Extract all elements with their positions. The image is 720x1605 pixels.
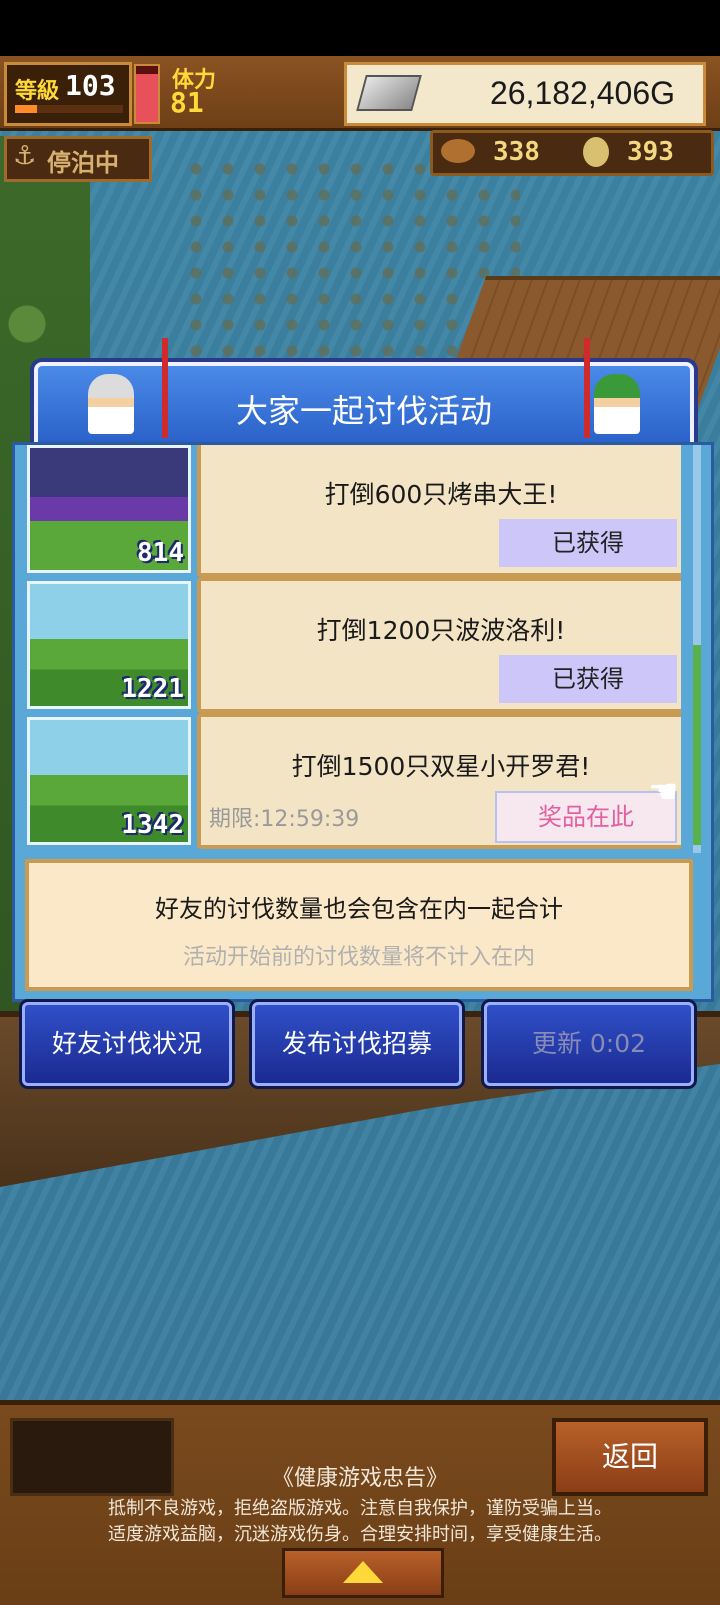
mission-text: 打倒1200只波波洛利! bbox=[316, 616, 566, 645]
silver-bar-icon bbox=[356, 75, 422, 111]
expand-menu-button[interactable] bbox=[282, 1548, 444, 1598]
defeat-count: 1342 bbox=[121, 810, 184, 840]
mission-card[interactable]: 打倒1200只波波洛利! 已获得 bbox=[197, 577, 681, 713]
stamina-gauge-fill bbox=[136, 74, 158, 122]
mission-text: 打倒600只烤串大王! bbox=[324, 480, 558, 509]
defeat-count: 814 bbox=[137, 538, 184, 568]
mission-card[interactable]: 打倒600只烤串大王! 已获得 bbox=[197, 445, 681, 577]
mission-row[interactable]: 1221 打倒1200只波波洛利! 已获得 bbox=[25, 575, 681, 713]
health-notice-title: 《健康游戏忠告》 bbox=[271, 1466, 448, 1491]
mission-thumbnail: 1342 bbox=[27, 717, 191, 845]
fish-icon bbox=[441, 139, 475, 163]
health-notice-line: 适度游戏益脑，沉迷游戏伤身。合理安排时间，享受健康生活。 bbox=[108, 1524, 612, 1545]
resource-b-value: 393 bbox=[627, 137, 674, 167]
level-value: 103 bbox=[65, 69, 116, 102]
ranger-character-icon bbox=[594, 374, 640, 434]
mission-deadline: 期限:12:59:39 bbox=[209, 807, 360, 832]
health-notice-line: 抵制不良游戏，拒绝盗版游戏。注意自我保护，谨防受骗上当。 bbox=[108, 1498, 612, 1519]
spear-icon bbox=[584, 338, 590, 438]
event-title: 大家一起讨伐活动 bbox=[235, 392, 492, 430]
list-scrollbar[interactable] bbox=[693, 445, 701, 853]
defeat-count: 1221 bbox=[121, 674, 184, 704]
mission-row[interactable]: 814 打倒600只烤串大王! 已获得 bbox=[25, 445, 681, 577]
post-recruit-button[interactable]: 发布讨伐招募 bbox=[252, 1002, 462, 1086]
anchor-icon: ⚓ bbox=[13, 141, 37, 171]
gold-panel: 26,182,406G bbox=[344, 62, 706, 126]
event-panel-header: 大家一起讨伐活动 bbox=[34, 338, 694, 450]
level-label: 等級 bbox=[15, 79, 60, 104]
coin-icon bbox=[583, 137, 609, 167]
mission-thumbnail: 1221 bbox=[27, 581, 191, 709]
level-progress-bar bbox=[15, 105, 123, 113]
event-panel: 814 打倒600只烤串大王! 已获得 1221 打倒1200只波波洛利! 已获… bbox=[12, 442, 714, 1002]
resource-a-value: 338 bbox=[493, 137, 540, 167]
claimed-badge: 已获得 bbox=[499, 655, 677, 703]
scrollbar-thumb[interactable] bbox=[693, 645, 701, 845]
gold-value: 26,182,406G bbox=[489, 75, 675, 111]
note-main-text: 好友的讨伐数量也会包含在内一起合计 bbox=[155, 895, 563, 923]
friend-status-button[interactable]: 好友讨伐状况 bbox=[22, 1002, 232, 1086]
level-progress-fill bbox=[15, 105, 37, 113]
mission-row[interactable]: 1342 打倒1500只双星小开罗君! 期限:12:59:39 奖品在此 bbox=[25, 711, 681, 849]
pointing-hand-icon: ☚ bbox=[648, 772, 679, 812]
mission-card[interactable]: 打倒1500只双星小开罗君! 期限:12:59:39 奖品在此 bbox=[197, 713, 681, 849]
stamina-value: 81 bbox=[170, 86, 204, 119]
stamina-gauge bbox=[134, 64, 160, 124]
mission-list[interactable]: 814 打倒600只烤串大王! 已获得 1221 打倒1200只波波洛利! 已获… bbox=[25, 445, 681, 853]
refresh-button[interactable]: 更新 0:02 bbox=[484, 1002, 694, 1086]
dock-status-text: 停泊中 bbox=[47, 149, 119, 177]
note-sub-text: 活动开始前的讨伐数量将不计入在内 bbox=[182, 945, 535, 970]
mission-text: 打倒1500只双星小开罗君! bbox=[291, 752, 591, 781]
dock-status-badge[interactable]: ⚓ 停泊中 bbox=[4, 136, 152, 182]
level-panel: 等級 103 bbox=[4, 62, 132, 126]
event-note: 好友的讨伐数量也会包含在内一起合计 活动开始前的讨伐数量将不计入在内 bbox=[25, 859, 693, 991]
up-arrow-icon bbox=[343, 1561, 383, 1583]
claimed-badge: 已获得 bbox=[499, 519, 677, 567]
mission-thumbnail: 814 bbox=[27, 445, 191, 573]
resource-panel: 338 393 bbox=[430, 130, 714, 176]
